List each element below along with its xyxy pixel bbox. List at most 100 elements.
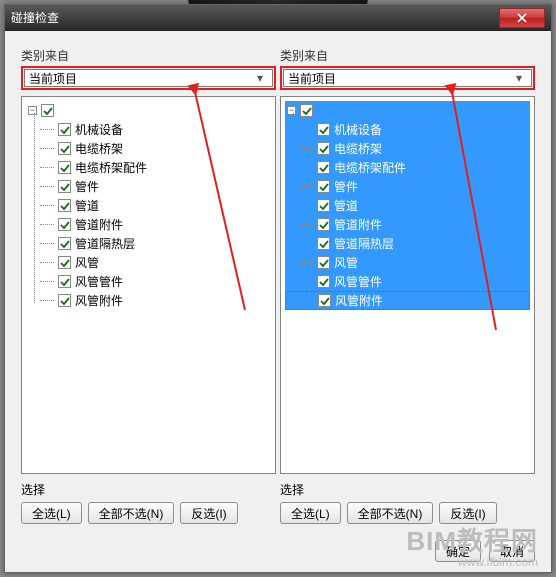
close-button[interactable]: [499, 8, 545, 28]
tree-branch-icon: [299, 129, 313, 130]
chevron-down-icon: ▾: [511, 70, 527, 86]
tree-item[interactable]: 管道附件: [285, 215, 530, 234]
tree-branch-icon: [299, 205, 313, 206]
ok-button[interactable]: 确定: [435, 540, 481, 562]
tree-item[interactable]: 电缆桥架配件: [285, 158, 530, 177]
tree-item[interactable]: 风管附件: [26, 291, 271, 310]
tree-item-label: 管道隔热层: [75, 235, 135, 252]
checkbox[interactable]: [41, 104, 54, 117]
tree-item[interactable]: 管道附件: [26, 215, 271, 234]
close-icon: [517, 13, 527, 23]
tree-branch-icon: [40, 224, 54, 225]
checkbox[interactable]: [317, 237, 330, 250]
expand-icon[interactable]: −: [287, 106, 296, 115]
checkbox[interactable]: [58, 123, 71, 136]
select-label-left: 选择: [21, 481, 276, 498]
source-label-left: 类别来自: [21, 47, 276, 64]
checkbox[interactable]: [58, 256, 71, 269]
tree-item-label: 风管附件: [335, 292, 383, 309]
checkbox[interactable]: [300, 104, 313, 117]
tree-item[interactable]: 管件: [26, 177, 271, 196]
tree-item-label: 风管: [334, 254, 358, 271]
tree-branch-icon: [40, 129, 54, 130]
checkbox[interactable]: [317, 218, 330, 231]
tree-branch-icon: [299, 148, 313, 149]
select-all-button-left[interactable]: 全选(L): [21, 502, 82, 524]
tree-item[interactable]: 管道: [285, 196, 530, 215]
checkbox[interactable]: [58, 237, 71, 250]
tree-item-label: 电缆桥架配件: [75, 159, 147, 176]
select-none-button-left[interactable]: 全部不选(N): [88, 502, 175, 524]
cancel-button[interactable]: 取消: [489, 540, 535, 562]
tree-item[interactable]: 风管: [285, 253, 530, 272]
tree-line: [34, 113, 35, 303]
checkbox[interactable]: [58, 161, 71, 174]
dialog-window: 碰撞检查 类别来自 当前项目 ▾ −机械设备电缆桥架电缆桥架配件管件管道管道附件…: [4, 4, 552, 573]
checkbox[interactable]: [317, 275, 330, 288]
source-label-right: 类别来自: [280, 47, 535, 64]
right-panel: 类别来自 当前项目 ▾ − 机械设备电缆桥架电缆桥架配件管件管道管道附件管道隔热层…: [280, 47, 535, 524]
tree-branch-icon: [299, 224, 313, 225]
checkbox[interactable]: [58, 294, 71, 307]
tree-item-label: 管件: [75, 178, 99, 195]
tree-item-label: 风管: [75, 254, 99, 271]
combo-value-right: 当前项目: [288, 70, 336, 87]
select-none-button-right[interactable]: 全部不选(N): [347, 502, 434, 524]
checkbox[interactable]: [58, 218, 71, 231]
tree-root[interactable]: −: [285, 101, 530, 120]
tree-item[interactable]: 风管附件: [285, 291, 530, 310]
tree-branch-icon: [40, 281, 54, 282]
tree-item[interactable]: 管道隔热层: [285, 234, 530, 253]
category-tree-left[interactable]: − 机械设备电缆桥架电缆桥架配件管件管道管道附件管道隔热层风管风管管件风管附件: [21, 96, 276, 474]
expand-icon[interactable]: −: [28, 106, 37, 115]
checkbox[interactable]: [317, 256, 330, 269]
select-all-button-right[interactable]: 全选(L): [280, 502, 341, 524]
checkbox[interactable]: [58, 142, 71, 155]
tree-branch-icon: [299, 243, 313, 244]
tree-item[interactable]: 机械设备: [26, 120, 271, 139]
tree-item-label: 管道隔热层: [334, 235, 394, 252]
checkbox[interactable]: [58, 199, 71, 212]
tree-item[interactable]: 电缆桥架: [285, 139, 530, 158]
select-invert-button-right[interactable]: 反选(I): [439, 502, 496, 524]
tree-item[interactable]: 风管: [26, 253, 271, 272]
checkbox[interactable]: [58, 275, 71, 288]
category-tree-right[interactable]: − 机械设备电缆桥架电缆桥架配件管件管道管道附件管道隔热层风管风管管件风管附件: [280, 96, 535, 474]
tree-branch-icon: [40, 186, 54, 187]
checkbox[interactable]: [317, 142, 330, 155]
tree-branch-icon: [40, 300, 54, 301]
tree-branch-icon: [40, 262, 54, 263]
window-title: 碰撞检查: [11, 9, 499, 26]
tree-line: [293, 113, 294, 303]
tree-item[interactable]: 电缆桥架配件: [26, 158, 271, 177]
tree-item-label: 风管管件: [334, 273, 382, 290]
tree-item[interactable]: 风管管件: [26, 272, 271, 291]
tree-item[interactable]: 风管管件: [285, 272, 530, 291]
checkbox[interactable]: [317, 161, 330, 174]
tree-item-label: 管道附件: [75, 216, 123, 233]
checkbox[interactable]: [317, 180, 330, 193]
checkbox[interactable]: [58, 180, 71, 193]
tree-branch-icon: [299, 262, 313, 263]
tree-item-label: 管件: [334, 178, 358, 195]
source-combo-left[interactable]: 当前项目 ▾: [24, 69, 273, 87]
checkbox[interactable]: [318, 294, 331, 307]
select-invert-button-left[interactable]: 反选(I): [180, 502, 237, 524]
tree-branch-icon: [40, 205, 54, 206]
source-combo-right[interactable]: 当前项目 ▾: [283, 69, 532, 87]
checkbox[interactable]: [317, 199, 330, 212]
tree-item[interactable]: 管道: [26, 196, 271, 215]
combo-highlight-left: 当前项目 ▾: [21, 66, 276, 90]
tree-branch-icon: [40, 243, 54, 244]
tree-item[interactable]: 管道隔热层: [26, 234, 271, 253]
tree-branch-icon: [300, 300, 314, 301]
tree-item-label: 管道附件: [334, 216, 382, 233]
tree-item[interactable]: 管件: [285, 177, 530, 196]
tree-item[interactable]: 机械设备: [285, 120, 530, 139]
tree-branch-icon: [40, 148, 54, 149]
tree-item-label: 管道: [75, 197, 99, 214]
checkbox[interactable]: [317, 123, 330, 136]
tree-item-label: 风管管件: [75, 273, 123, 290]
tree-root[interactable]: −: [26, 101, 271, 120]
tree-item[interactable]: 电缆桥架: [26, 139, 271, 158]
